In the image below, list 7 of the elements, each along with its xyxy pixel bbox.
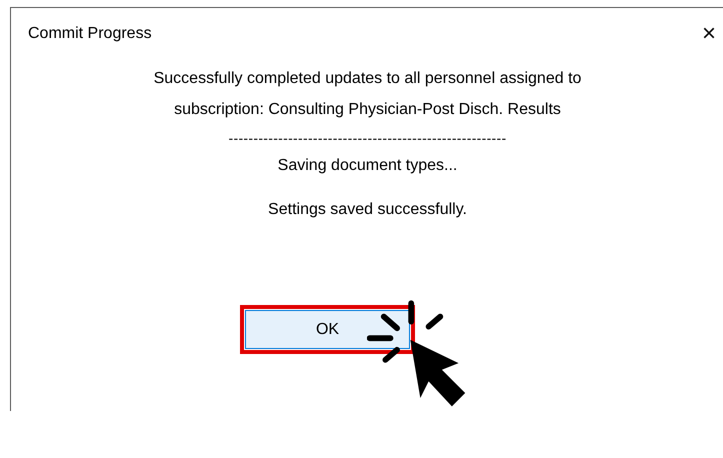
click-cursor-icon [367,300,467,408]
close-button[interactable]: × [694,20,723,48]
message-text: Settings saved successfully. [268,200,467,220]
window-title: Commit Progress [28,25,152,43]
message-text: -------------------------------------------------------- [228,129,506,148]
message-text: Successfully completed updates to all personnel assigned to subscription: Consulting Physician-Post Disch. Results [152,69,582,120]
message-text: Saving document types... [278,156,458,176]
